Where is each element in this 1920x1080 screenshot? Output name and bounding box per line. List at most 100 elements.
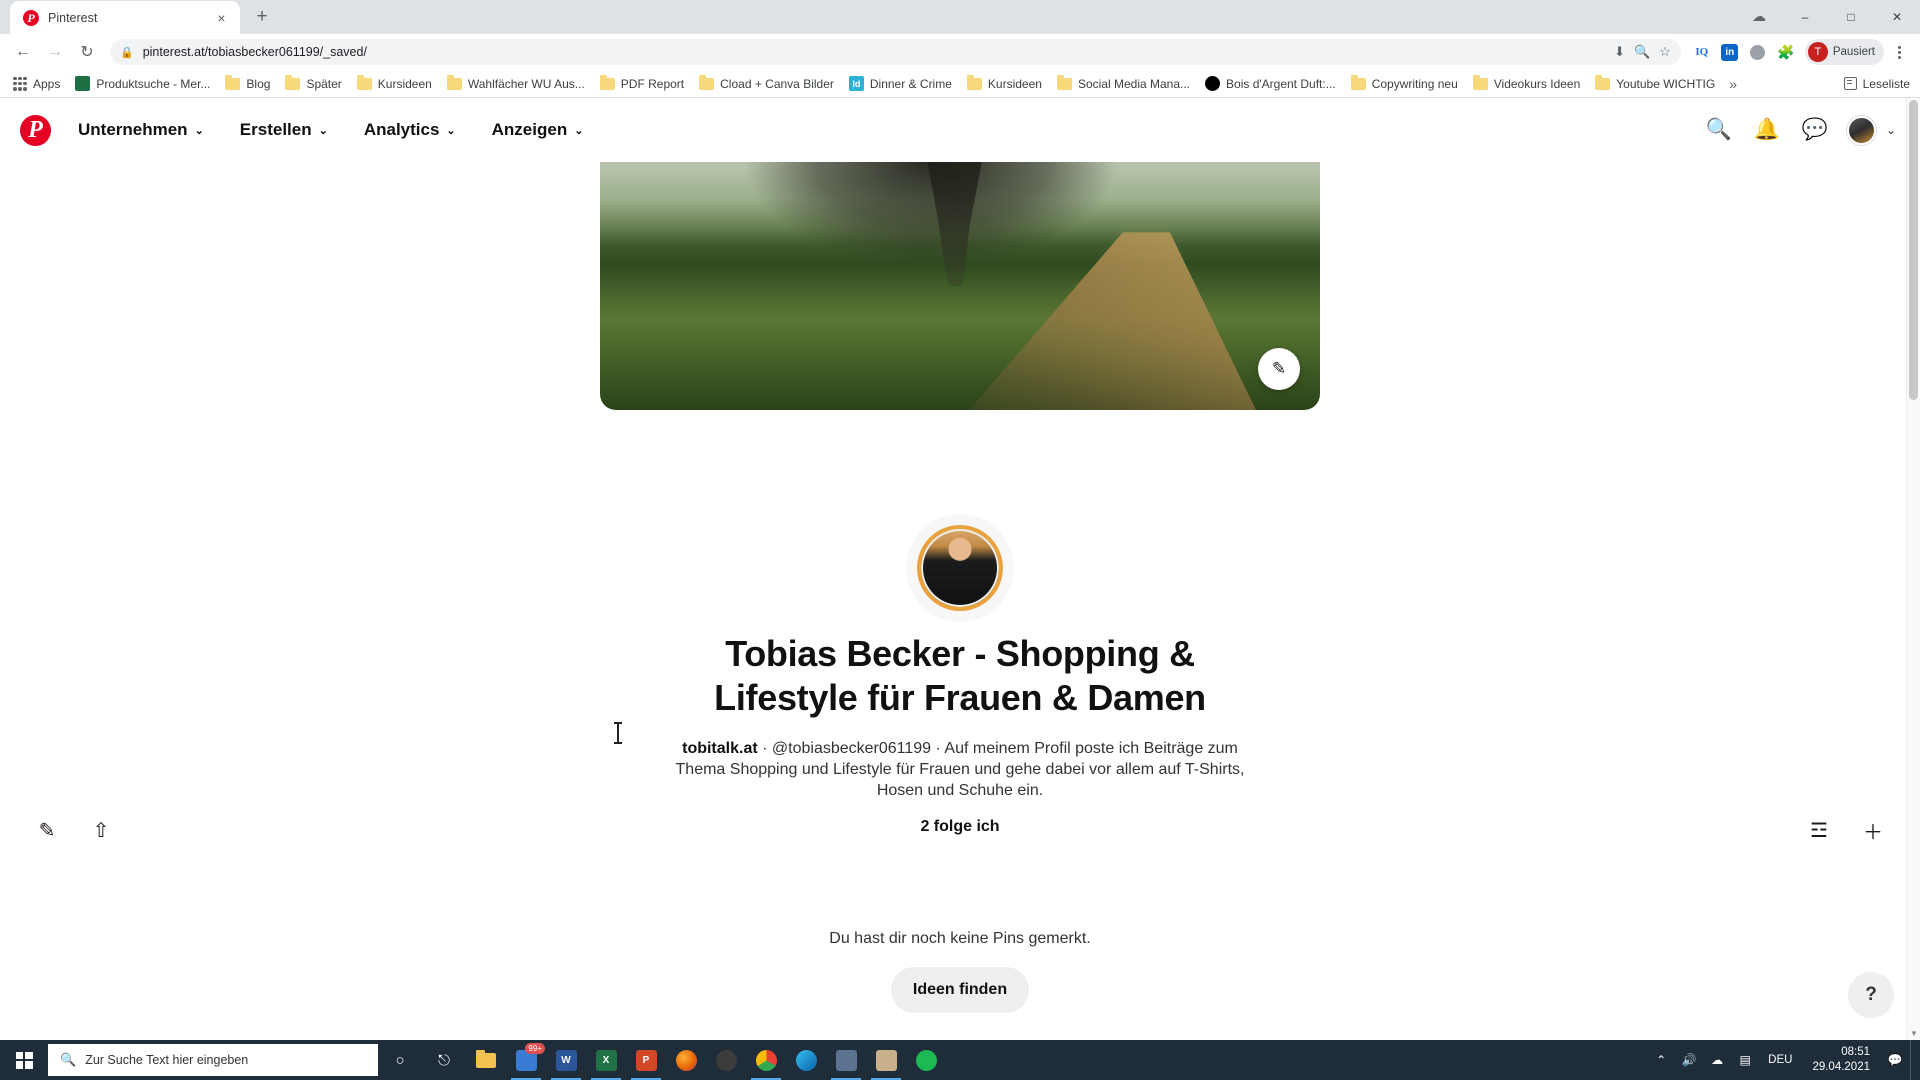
powerpoint-icon: P (635, 1049, 657, 1071)
taskbar-excel[interactable]: X (586, 1040, 626, 1080)
reading-list-button[interactable]: Leseliste (1843, 77, 1914, 91)
taskbar-word[interactable]: W (546, 1040, 586, 1080)
onedrive-icon[interactable]: ☁ (1704, 1040, 1730, 1080)
task-view-button[interactable]: ⎋ (422, 1040, 466, 1080)
bookmark-youtube-wichtig[interactable]: Youtube WICHTIG (1588, 74, 1722, 94)
start-button[interactable] (0, 1040, 48, 1080)
profile-website[interactable]: tobitalk.at (682, 740, 758, 757)
language-indicator[interactable]: DEU (1760, 1054, 1800, 1066)
ideen-finden-button[interactable]: Ideen finden (890, 967, 1030, 1013)
nav-erstellen[interactable]: Erstellen ⌄ (225, 111, 343, 149)
cover-road (957, 231, 1263, 410)
taskbar-search-input[interactable]: 🔍 Zur Suche Text hier eingeben (48, 1044, 378, 1076)
share-icon[interactable]: ⇧ (78, 807, 124, 853)
back-button[interactable]: ← (8, 37, 38, 67)
edit-cover-button[interactable]: ✎ (1258, 348, 1300, 390)
filter-sliders-icon[interactable]: ☲ (1796, 807, 1842, 853)
messages-icon[interactable]: 💬 (1793, 108, 1837, 152)
iq-extension-icon[interactable]: IQ (1689, 39, 1715, 65)
profile-avatar-ring (906, 514, 1014, 622)
nav-unternehmen[interactable]: Unternehmen ⌄ (63, 111, 219, 149)
maximize-button[interactable]: □ (1828, 0, 1874, 33)
bookmark-apps[interactable]: Apps (6, 74, 67, 94)
action-center-icon[interactable]: 💬 (1882, 1040, 1908, 1080)
bookmark-spaeter[interactable]: Später (278, 74, 348, 94)
taskbar-edge[interactable] (786, 1040, 826, 1080)
help-button[interactable]: ? (1848, 972, 1894, 1018)
taskbar-app-99plus[interactable]: 99+ (506, 1040, 546, 1080)
search-placeholder: Zur Suche Text hier eingeben (85, 1053, 249, 1067)
taskbar-file-explorer[interactable] (466, 1040, 506, 1080)
chevron-down-icon: ⌄ (194, 124, 204, 137)
scrollbar-thumb[interactable] (1909, 100, 1918, 400)
network-icon[interactable]: ▤ (1732, 1040, 1758, 1080)
minimize-button[interactable]: – (1782, 0, 1828, 33)
search-icon[interactable]: 🔍 (1697, 108, 1741, 152)
browser-tab-pinterest[interactable]: P Pinterest × (10, 1, 240, 34)
cortana-button[interactable]: ○ (378, 1040, 422, 1080)
bookmark-pdf-report[interactable]: PDF Report (593, 74, 691, 94)
taskbar-powerpoint[interactable]: P (626, 1040, 666, 1080)
pinterest-favicon: P (23, 9, 39, 26)
bookmarks-overflow-button[interactable]: » (1723, 76, 1743, 92)
chrome-profile-button[interactable]: T Pausiert (1804, 39, 1884, 65)
bookmark-dinner-crime[interactable]: Id Dinner & Crime (842, 73, 959, 94)
desktop-screen: P Pinterest × + ☁ – □ ✕ ← → ↻ 🔒 pinteres… (0, 0, 1920, 1080)
bookmark-copywriting[interactable]: Copywriting neu (1344, 74, 1465, 94)
bookmark-videokurs[interactable]: Videokurs Ideen (1466, 74, 1588, 94)
taskbar-firefox[interactable] (666, 1040, 706, 1080)
bookmark-star-icon[interactable]: ☆ (1659, 44, 1671, 60)
bookmark-bois-dargent[interactable]: Bois d'Argent Duft:... (1198, 73, 1343, 94)
puzzle-extensions-icon[interactable]: 🧩 (1773, 39, 1799, 65)
volume-icon[interactable]: 🔊 (1676, 1040, 1702, 1080)
bookmark-produktsuche[interactable]: Produktsuche - Mer... (68, 73, 217, 94)
scroll-down-icon[interactable]: ▼ (1907, 1026, 1920, 1040)
bookmark-label: PDF Report (620, 76, 685, 91)
new-tab-button[interactable]: + (248, 3, 276, 31)
close-tab-icon[interactable]: × (213, 9, 230, 26)
text-cursor (614, 722, 622, 744)
taskbar-spotify[interactable] (906, 1040, 946, 1080)
indesign-icon: Id (848, 76, 864, 91)
taskbar-store[interactable] (826, 1040, 866, 1080)
address-bar[interactable]: 🔒 pinterest.at/tobiasbecker061199/_saved… (110, 39, 1681, 65)
bookmark-kursideen-1[interactable]: Kursideen (350, 74, 439, 94)
cloud-sync-icon[interactable]: ☁ (1736, 0, 1782, 33)
profile-actions-left: ✎ ⇧ (24, 807, 124, 853)
avatar[interactable] (917, 525, 1003, 611)
linkedin-extension-icon[interactable]: in (1717, 39, 1743, 65)
bookmark-kursideen-2[interactable]: Kursideen (960, 74, 1049, 94)
taskbar-chrome[interactable] (746, 1040, 786, 1080)
folder-icon (1350, 75, 1366, 90)
zoom-icon[interactable]: 🔍 (1634, 44, 1650, 60)
notifications-bell-icon[interactable]: 🔔 (1745, 108, 1789, 152)
bookmark-social-media[interactable]: Social Media Mana... (1050, 74, 1197, 94)
forward-button[interactable]: → (40, 37, 70, 67)
tray-overflow-icon[interactable]: ⌃ (1648, 1040, 1674, 1080)
profile-actions-right: ☲ ＋ (1796, 807, 1896, 853)
taskbar-photos[interactable] (866, 1040, 906, 1080)
nav-anzeigen[interactable]: Anzeigen ⌄ (477, 111, 599, 149)
clock[interactable]: 08:51 29.04.2021 (1802, 1040, 1880, 1080)
bookmark-label: Produktsuche - Mer... (96, 76, 211, 91)
grey-circle-extension-icon[interactable] (1745, 39, 1771, 65)
bookmark-cload-canva[interactable]: Cload + Canva Bilder (692, 74, 841, 94)
show-desktop-button[interactable] (1910, 1040, 1918, 1080)
nav-analytics[interactable]: Analytics ⌄ (349, 111, 471, 149)
edit-profile-icon[interactable]: ✎ (24, 807, 70, 853)
account-chevron-down-icon[interactable]: ⌄ (1886, 123, 1900, 137)
taskbar-opera-gx[interactable] (706, 1040, 746, 1080)
add-icon[interactable]: ＋ (1850, 807, 1896, 853)
chevron-down-icon: ⌄ (574, 124, 584, 137)
pinterest-logo-icon[interactable]: P (20, 114, 51, 146)
page-scrollbar[interactable]: ▲ ▼ (1906, 98, 1920, 1040)
install-app-icon[interactable]: ⬇ (1614, 44, 1625, 60)
bookmark-wahlfaecher[interactable]: Wahlfächer WU Aus... (440, 74, 592, 94)
header-actions: 🔍 🔔 💬 ⌄ (1697, 108, 1900, 152)
close-window-button[interactable]: ✕ (1874, 0, 1920, 33)
tab-title: Pinterest (48, 10, 98, 25)
chrome-menu-button[interactable] (1886, 39, 1912, 65)
bookmark-blog[interactable]: Blog (218, 74, 277, 94)
reload-button[interactable]: ↻ (72, 37, 102, 67)
account-avatar[interactable] (1846, 115, 1876, 145)
